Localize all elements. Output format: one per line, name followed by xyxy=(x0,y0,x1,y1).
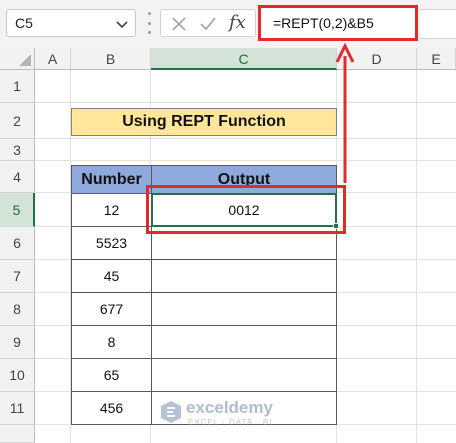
fx-icon[interactable]: fx xyxy=(229,12,246,33)
check-icon[interactable] xyxy=(199,16,217,32)
row-header-6[interactable]: 6 xyxy=(0,227,35,260)
row-header-5[interactable]: 5 xyxy=(0,193,35,227)
name-box[interactable]: C5 xyxy=(6,9,136,37)
output-cell[interactable] xyxy=(151,292,337,326)
row-header-7[interactable]: 7 xyxy=(0,260,35,293)
formula-text: =REPT(0,2)&B5 xyxy=(273,15,374,31)
worksheet-grid[interactable]: A B C D E 1 2 3 4 5 6 7 8 9 10 11 Using … xyxy=(0,48,456,443)
formula-input[interactable]: =REPT(0,2)&B5 xyxy=(258,5,418,41)
watermark: exceldemy EXCEL · DATA · BI xyxy=(160,397,310,431)
output-cell[interactable]: 0012 xyxy=(151,193,337,227)
column-header-e[interactable]: E xyxy=(417,48,456,70)
exceldemy-logo-icon xyxy=(161,401,181,423)
output-cell[interactable] xyxy=(151,259,337,293)
row-header-2[interactable]: 2 xyxy=(0,103,35,139)
annotation-arrow-icon xyxy=(335,42,355,183)
output-cell[interactable] xyxy=(151,325,337,359)
column-header-a[interactable]: A xyxy=(35,48,71,70)
table-header-output[interactable]: Output xyxy=(151,165,337,194)
row-header-8[interactable]: 8 xyxy=(0,293,35,326)
name-box-value: C5 xyxy=(15,15,33,31)
row-header-4[interactable]: 4 xyxy=(0,161,35,193)
close-icon[interactable] xyxy=(171,16,187,32)
formula-bar-grip-icon[interactable] xyxy=(148,12,152,34)
table-header-number[interactable]: Number xyxy=(71,165,152,194)
row-header-10[interactable]: 10 xyxy=(0,359,35,392)
row-header-3[interactable]: 3 xyxy=(0,139,35,161)
chevron-down-icon[interactable] xyxy=(115,17,129,31)
row-header-12-partial[interactable] xyxy=(0,425,35,443)
number-cell[interactable]: 45 xyxy=(71,259,152,293)
column-header-c[interactable]: C xyxy=(151,48,337,70)
formula-bar-area: C5 fx =REPT(0,2)&B5 xyxy=(0,0,456,48)
title-cell[interactable]: Using REPT Function xyxy=(71,108,337,136)
select-all-triangle-icon xyxy=(19,54,31,66)
output-cell[interactable] xyxy=(151,226,337,260)
number-cell[interactable]: 8 xyxy=(71,325,152,359)
row-header-1[interactable]: 1 xyxy=(0,70,35,103)
formula-controls: fx xyxy=(160,9,256,37)
number-cell[interactable]: 5523 xyxy=(71,226,152,260)
fill-handle[interactable] xyxy=(333,223,339,229)
row-header-9[interactable]: 9 xyxy=(0,326,35,359)
formula-input-extension[interactable] xyxy=(420,9,456,39)
watermark-tagline: EXCEL · DATA · BI xyxy=(188,418,273,427)
watermark-name: exceldemy xyxy=(186,398,273,417)
column-header-b[interactable]: B xyxy=(71,48,151,70)
select-all-button[interactable] xyxy=(0,48,35,70)
output-cell[interactable] xyxy=(151,358,337,392)
number-cell[interactable]: 12 xyxy=(71,193,152,227)
number-cell[interactable]: 456 xyxy=(71,391,152,425)
row-header-11[interactable]: 11 xyxy=(0,392,35,425)
number-cell[interactable]: 65 xyxy=(71,358,152,392)
number-cell[interactable]: 677 xyxy=(71,292,152,326)
